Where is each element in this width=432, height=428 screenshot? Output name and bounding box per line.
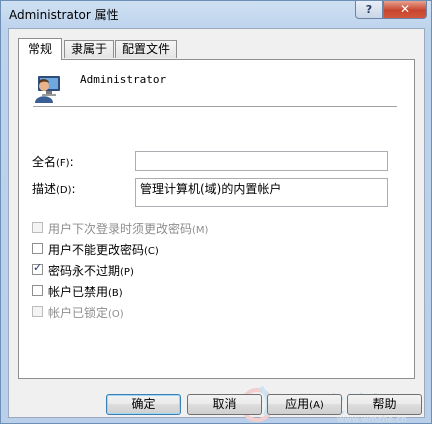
checkbox-shortcut: (C)	[144, 246, 159, 257]
checkbox-box[interactable]	[32, 222, 43, 233]
description-input[interactable]: 管理计算机(域)的内置帐户	[135, 178, 388, 207]
checkbox-label: 帐户已禁用(B)	[48, 283, 123, 300]
checkbox-box-checked[interactable]	[32, 261, 43, 275]
ok-button[interactable]: 确定	[106, 394, 181, 415]
checkbox-label: 密码永不过期(P)	[48, 262, 134, 279]
description-colon: :	[71, 182, 76, 196]
fullname-label: 全名(F):	[32, 153, 74, 170]
checkbox-label: 用户下次登录时须更改密码(M)	[48, 220, 208, 237]
help-title-button[interactable]: ?	[355, 1, 383, 19]
close-button[interactable]: ✕	[383, 1, 427, 19]
checkbox-label-text: 密码永不过期	[48, 264, 121, 278]
description-label-text: 描述	[32, 182, 57, 196]
fullname-shortcut: (F)	[56, 158, 70, 169]
checkbox-label-text: 用户不能更改密码	[48, 243, 145, 257]
apply-label: 应用	[285, 397, 310, 411]
checkbox-box[interactable]	[32, 306, 43, 317]
separator	[33, 106, 397, 108]
fullname-colon: :	[69, 155, 74, 169]
cancel-button[interactable]: 取消	[187, 394, 262, 415]
properties-dialog: Administrator 属性 ? ✕ 常规 隶属于 配置文件 Adminis…	[0, 0, 432, 425]
apply-shortcut: (A)	[309, 400, 324, 411]
fullname-input[interactable]	[135, 151, 388, 171]
apply-button[interactable]: 应用(A)	[267, 394, 342, 415]
fullname-label-text: 全名	[32, 155, 57, 169]
window-title: Administrator 属性	[9, 8, 119, 22]
checkbox-label: 帐户已锁定(O)	[48, 304, 124, 321]
description-shortcut: (D)	[56, 185, 72, 196]
tab-member-of[interactable]: 隶属于	[64, 40, 114, 58]
user-account-icon	[35, 76, 60, 103]
checkbox-shortcut: (P)	[120, 267, 134, 278]
general-tab-panel: Administrator 全名(F): 描述(D): 管理计算机(域)的内置帐…	[18, 59, 415, 379]
description-label: 描述(D):	[32, 180, 76, 197]
checkbox-shortcut: (M)	[192, 225, 209, 236]
help-button[interactable]: 帮助	[347, 394, 422, 415]
checkbox-shortcut: (B)	[108, 288, 123, 299]
checkbox-shortcut: (O)	[108, 309, 124, 320]
checkbox-label: 用户不能更改密码(C)	[48, 241, 159, 258]
tab-profile[interactable]: 配置文件	[115, 40, 177, 58]
account-name: Administrator	[80, 73, 167, 86]
checkbox-label-text: 用户下次登录时须更改密码	[48, 222, 193, 236]
tab-general[interactable]: 常规	[18, 38, 62, 60]
checkbox-box[interactable]	[32, 285, 43, 296]
dialog-client-area: 常规 隶属于 配置文件 Administrator 全名(F): 描述(D):	[8, 28, 425, 425]
checkbox-label-text: 帐户已锁定	[48, 306, 109, 320]
title-bar[interactable]: Administrator 属性 ? ✕	[1, 1, 432, 27]
checkbox-label-text: 帐户已禁用	[48, 285, 109, 299]
checkbox-box[interactable]	[32, 243, 43, 254]
